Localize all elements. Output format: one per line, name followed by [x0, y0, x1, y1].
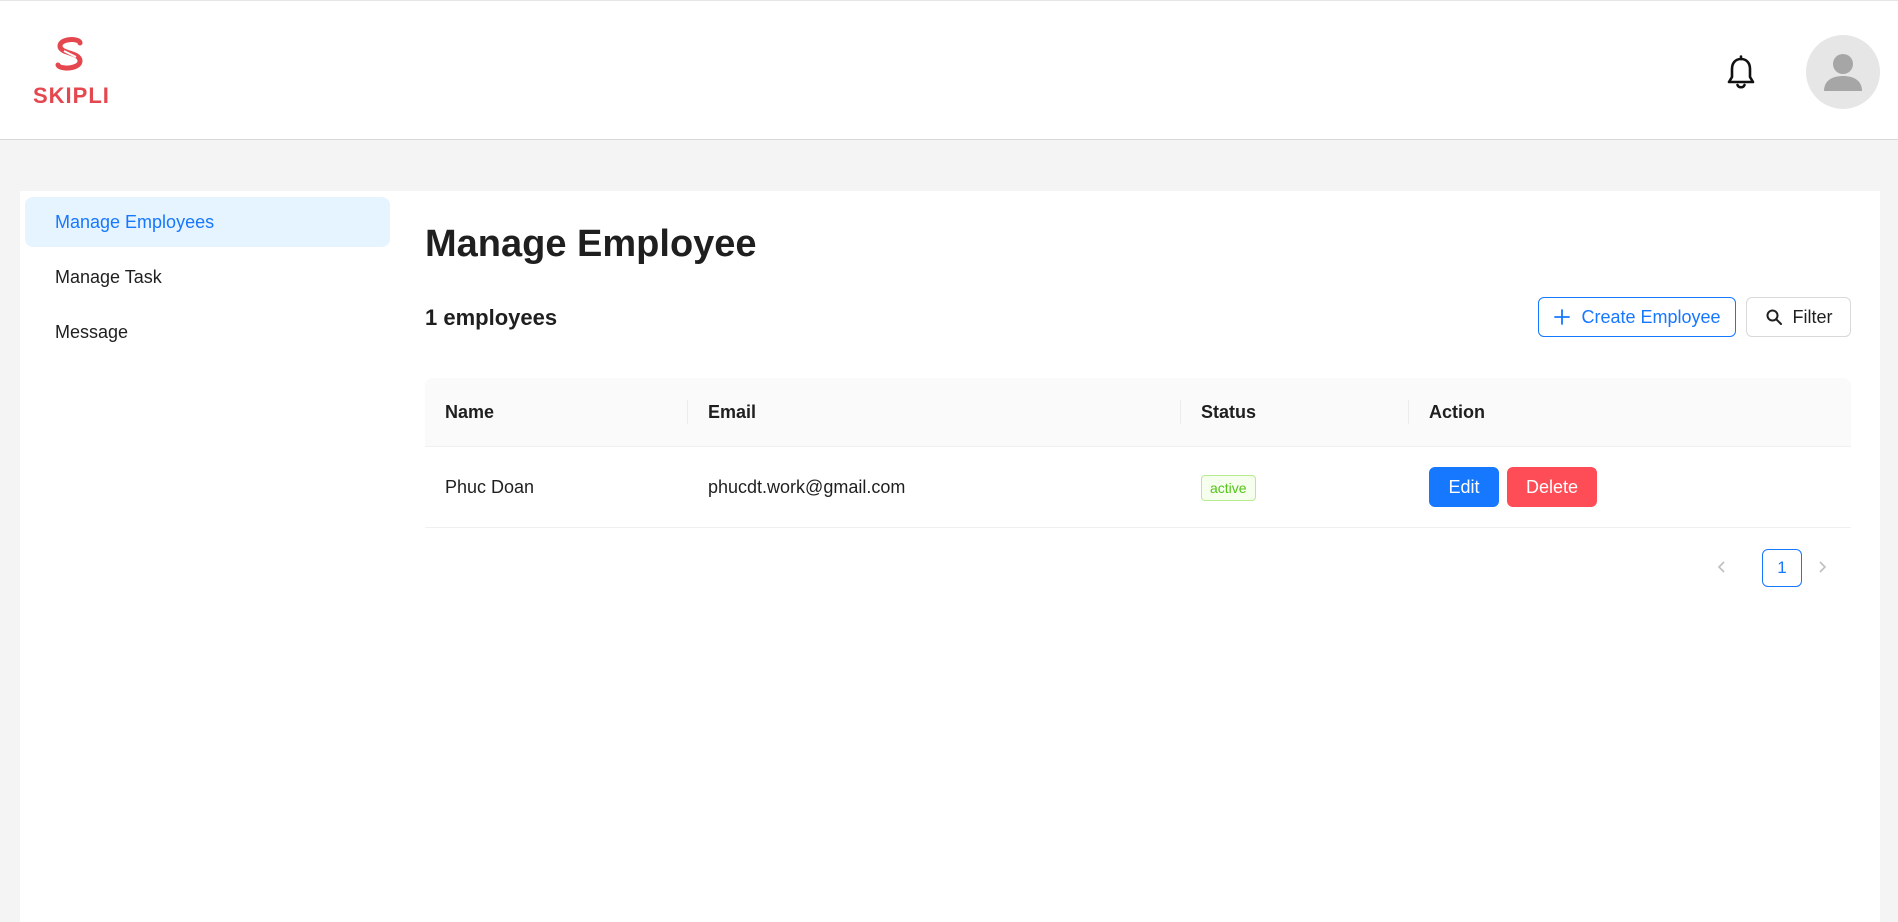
delete-button[interactable]: Delete: [1507, 467, 1597, 507]
sidebar-item-manage-employees[interactable]: Manage Employees: [25, 197, 390, 247]
column-header-name[interactable]: Name: [445, 378, 494, 446]
main-content: Manage Employee 1 employees Create Emplo…: [398, 191, 1880, 922]
user-avatar-icon[interactable]: [1806, 35, 1880, 109]
employee-count: 1 employees: [425, 305, 558, 330]
bell-icon[interactable]: [1725, 55, 1757, 91]
column-header-action: Action: [1429, 402, 1485, 422]
pagination-page-1[interactable]: 1: [1762, 549, 1802, 587]
edit-button[interactable]: Edit: [1429, 467, 1499, 507]
app-header: SKIPLI: [0, 0, 1898, 140]
logo-text: SKIPLI: [33, 83, 110, 108]
filter-button[interactable]: Filter: [1746, 297, 1851, 337]
skipli-logo-mark: [55, 37, 83, 71]
column-divider: [1180, 400, 1181, 424]
chevron-left-icon[interactable]: [1707, 549, 1737, 587]
table-header: Name Email Status Action: [425, 378, 1851, 447]
filter-label: Filter: [1792, 306, 1833, 327]
column-divider: [1408, 400, 1409, 424]
employee-email: phucdt.work@gmail.com: [708, 477, 906, 497]
create-employee-button[interactable]: Create Employee: [1538, 297, 1736, 337]
sidebar: Manage Employees Manage Task Message: [20, 191, 398, 922]
column-header-email[interactable]: Email: [708, 378, 756, 446]
chevron-right-icon[interactable]: [1807, 549, 1837, 587]
create-employee-label: Create Employee: [1581, 306, 1721, 327]
column-header-status[interactable]: Status: [1201, 378, 1256, 446]
status-badge: active: [1201, 475, 1256, 501]
table-row: Phuc Doan phucdt.work@gmail.com active E…: [425, 447, 1851, 528]
plus-icon: [1554, 309, 1571, 325]
sidebar-item-manage-task[interactable]: Manage Task: [25, 252, 390, 302]
column-divider: [687, 400, 688, 424]
search-icon: [1766, 309, 1782, 325]
employees-table: Name Email Status Action Phuc Doan phucd…: [425, 378, 1851, 528]
skipli-logo[interactable]: SKIPLI: [30, 35, 110, 109]
employee-name: Phuc Doan: [445, 477, 535, 497]
page-title: Manage Employee: [425, 223, 757, 265]
sidebar-item-message[interactable]: Message: [25, 307, 390, 357]
